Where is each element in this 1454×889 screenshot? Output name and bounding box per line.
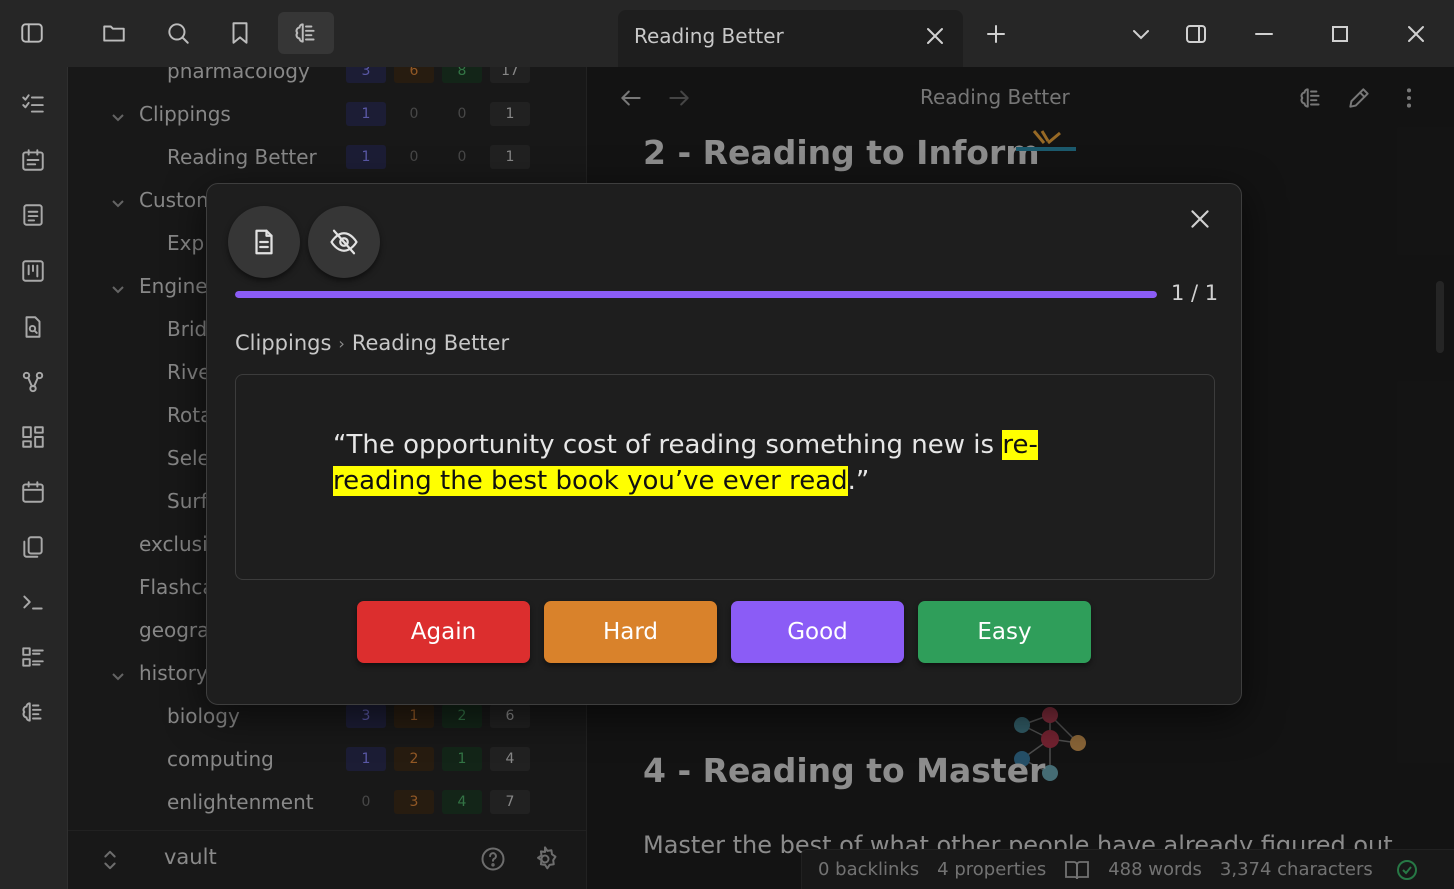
terminal-icon	[23, 595, 43, 610]
toggle-right-sidebar-button[interactable]	[1182, 20, 1210, 48]
easy-button[interactable]: Easy	[918, 601, 1091, 663]
eye-off-icon	[330, 229, 358, 255]
tab-label: Reading Better	[634, 24, 784, 48]
ribbon	[0, 67, 68, 889]
good-button[interactable]: Good	[731, 601, 904, 663]
bookmarks-button[interactable]	[218, 12, 262, 54]
flashcards-ribbon-button[interactable]	[18, 697, 48, 727]
search-icon	[168, 23, 189, 44]
breadcrumb: Clippings › Reading Better	[235, 331, 509, 355]
sidebar-left-icon	[21, 23, 43, 43]
tab-reading-better[interactable]: Reading Better	[618, 10, 963, 67]
progress-fill	[235, 291, 1157, 298]
copy-ribbon-button[interactable]	[18, 532, 48, 562]
terminal-ribbon-button[interactable]	[18, 587, 48, 617]
review-progress-bar	[235, 291, 1157, 298]
note-ribbon-button[interactable]	[18, 200, 48, 230]
file-search-ribbon-button[interactable]	[18, 312, 48, 342]
file-text-icon	[255, 229, 273, 255]
close-icon	[1408, 26, 1424, 42]
calendar-ribbon-button[interactable]	[18, 477, 48, 507]
tab-list-button[interactable]	[1127, 20, 1155, 48]
flashcard-text-start: “The opportunity cost of reading somethi…	[333, 430, 1003, 460]
file-search-icon	[25, 316, 41, 338]
hide-answer-button[interactable]	[308, 206, 380, 278]
minimize-icon	[1255, 33, 1273, 35]
dashboard-icon	[22, 426, 44, 448]
open-note-button[interactable]	[228, 206, 300, 278]
close-window-button[interactable]	[1402, 20, 1430, 48]
graph-ribbon-button[interactable]	[18, 367, 48, 397]
dashboard-ribbon-button[interactable]	[18, 422, 48, 452]
list-icon	[22, 647, 44, 667]
progress-counter: 1 / 1	[1171, 281, 1219, 305]
tab-close-button[interactable]	[923, 24, 949, 50]
breadcrumb-separator: ›	[338, 333, 345, 353]
flashcard-review-modal: 1 / 1 Clippings › Reading Better “The op…	[206, 183, 1242, 705]
search-button[interactable]	[156, 12, 200, 54]
maximize-icon	[1332, 26, 1348, 42]
calendar-lines-icon	[22, 149, 44, 171]
flashcard-text: “The opportunity cost of reading somethi…	[333, 427, 1113, 499]
tasks-ribbon-button[interactable]	[18, 89, 48, 119]
files-button[interactable]	[92, 12, 136, 54]
hard-button[interactable]: Hard	[544, 601, 717, 663]
plus-icon	[987, 25, 1005, 43]
list-ribbon-button[interactable]	[18, 642, 48, 672]
daily-note-ribbon-button[interactable]	[18, 145, 48, 175]
breadcrumb-reading-better[interactable]: Reading Better	[352, 331, 509, 355]
kanban-ribbon-button[interactable]	[18, 256, 48, 286]
copy-files-icon	[23, 536, 43, 558]
chevron-down-icon	[1133, 30, 1149, 40]
close-icon	[1191, 210, 1209, 228]
flashcard-text-end: .”	[847, 466, 870, 496]
title-bar: Reading Better	[0, 0, 1454, 67]
brain-icon	[22, 702, 42, 722]
calendar-icon	[22, 481, 44, 503]
kanban-icon	[22, 260, 44, 282]
toggle-sidebar-button[interactable]	[10, 12, 54, 54]
checklist-icon	[22, 94, 44, 113]
close-modal-button[interactable]	[1185, 204, 1215, 234]
flashcards-button[interactable]	[278, 12, 334, 54]
graph-icon	[22, 371, 44, 393]
flashcard: “The opportunity cost of reading somethi…	[235, 374, 1215, 580]
brain-icon	[295, 23, 315, 43]
breadcrumb-clippings[interactable]: Clippings	[235, 331, 331, 355]
document-icon	[23, 204, 43, 226]
close-icon	[927, 28, 943, 44]
again-button[interactable]: Again	[357, 601, 530, 663]
sidebar-right-icon	[1186, 25, 1206, 43]
new-tab-button[interactable]	[982, 20, 1010, 48]
minimize-button[interactable]	[1250, 20, 1278, 48]
folder-icon	[103, 25, 125, 42]
maximize-button[interactable]	[1326, 20, 1354, 48]
bookmark-icon	[232, 22, 248, 44]
